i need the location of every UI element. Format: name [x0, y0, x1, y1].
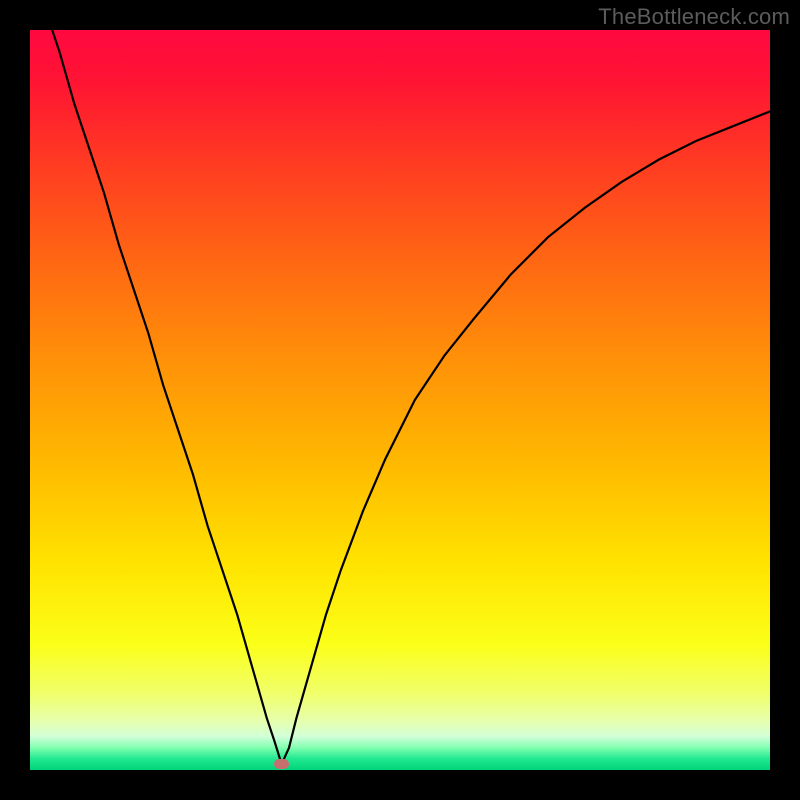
plot-area	[30, 30, 770, 770]
bottleneck-marker	[274, 759, 289, 769]
chart-frame: TheBottleneck.com	[0, 0, 800, 800]
watermark-text: TheBottleneck.com	[598, 4, 790, 30]
gradient-background	[30, 30, 770, 770]
chart-svg	[30, 30, 770, 770]
